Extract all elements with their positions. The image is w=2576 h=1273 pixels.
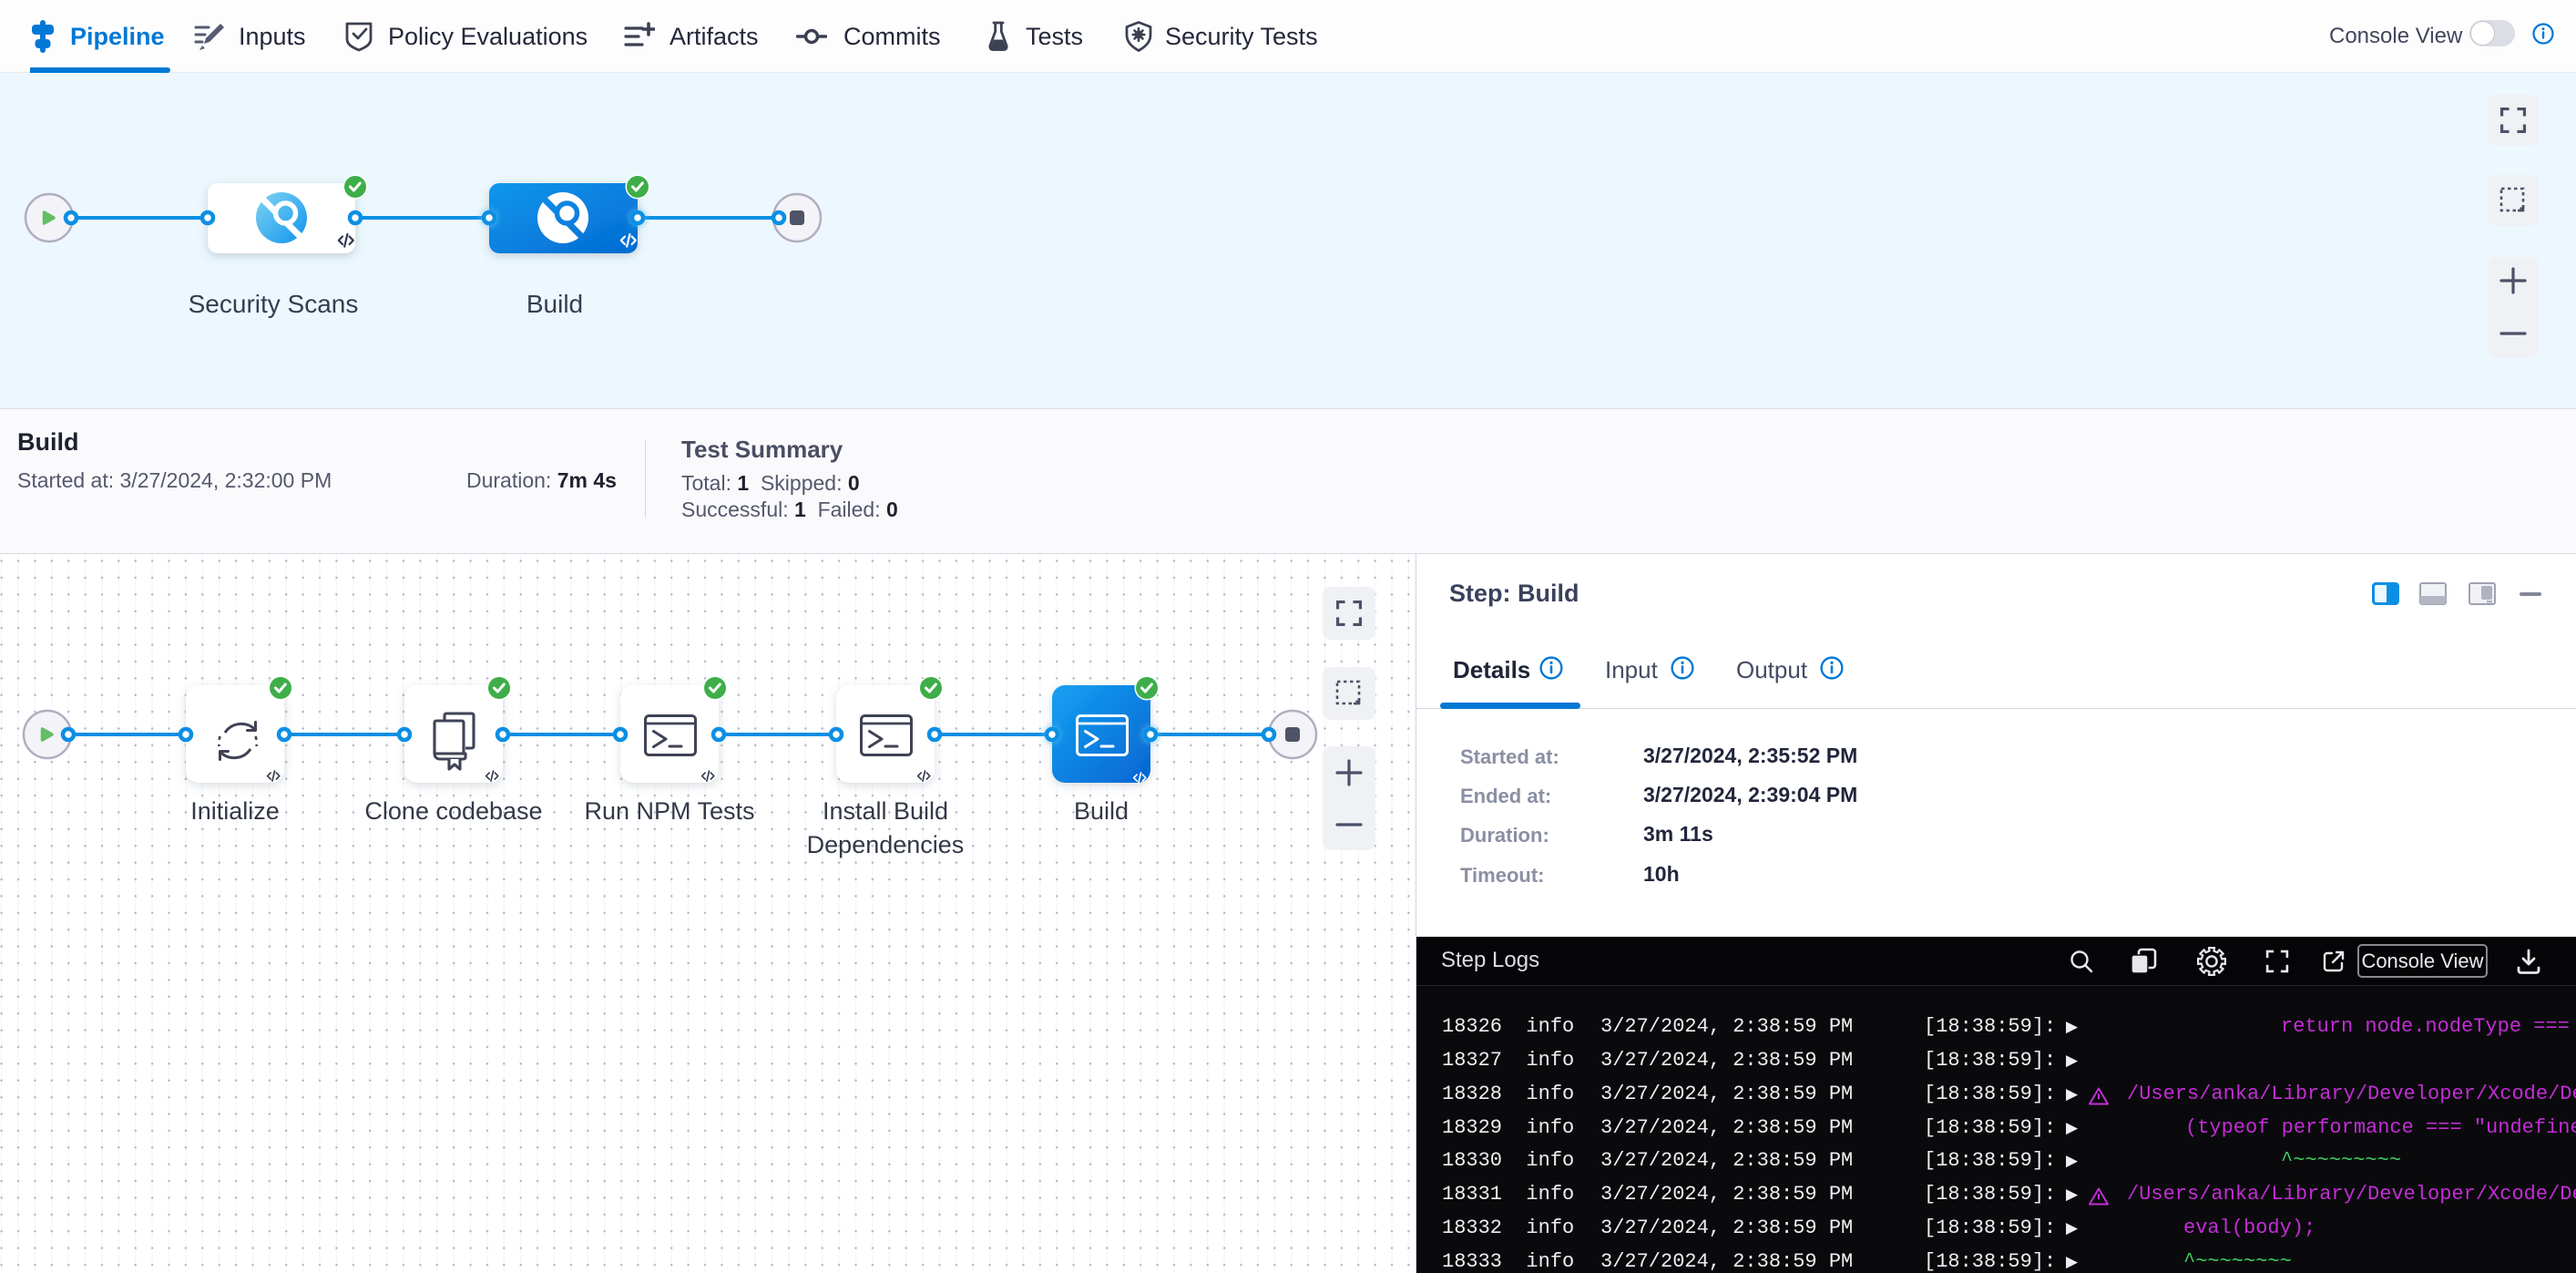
svg-text:Run NPM Tests: Run NPM Tests [584,797,754,825]
svg-text:Install Build: Install Build [823,797,948,825]
svg-text:Security Scans: Security Scans [189,290,359,318]
svg-text:Clone codebase: Clone codebase [364,797,542,825]
svg-text:Build: Build [526,290,583,318]
svg-text:Build: Build [1074,797,1129,825]
svg-text:Dependencies: Dependencies [807,831,965,858]
svg-text:Initialize: Initialize [190,797,280,825]
